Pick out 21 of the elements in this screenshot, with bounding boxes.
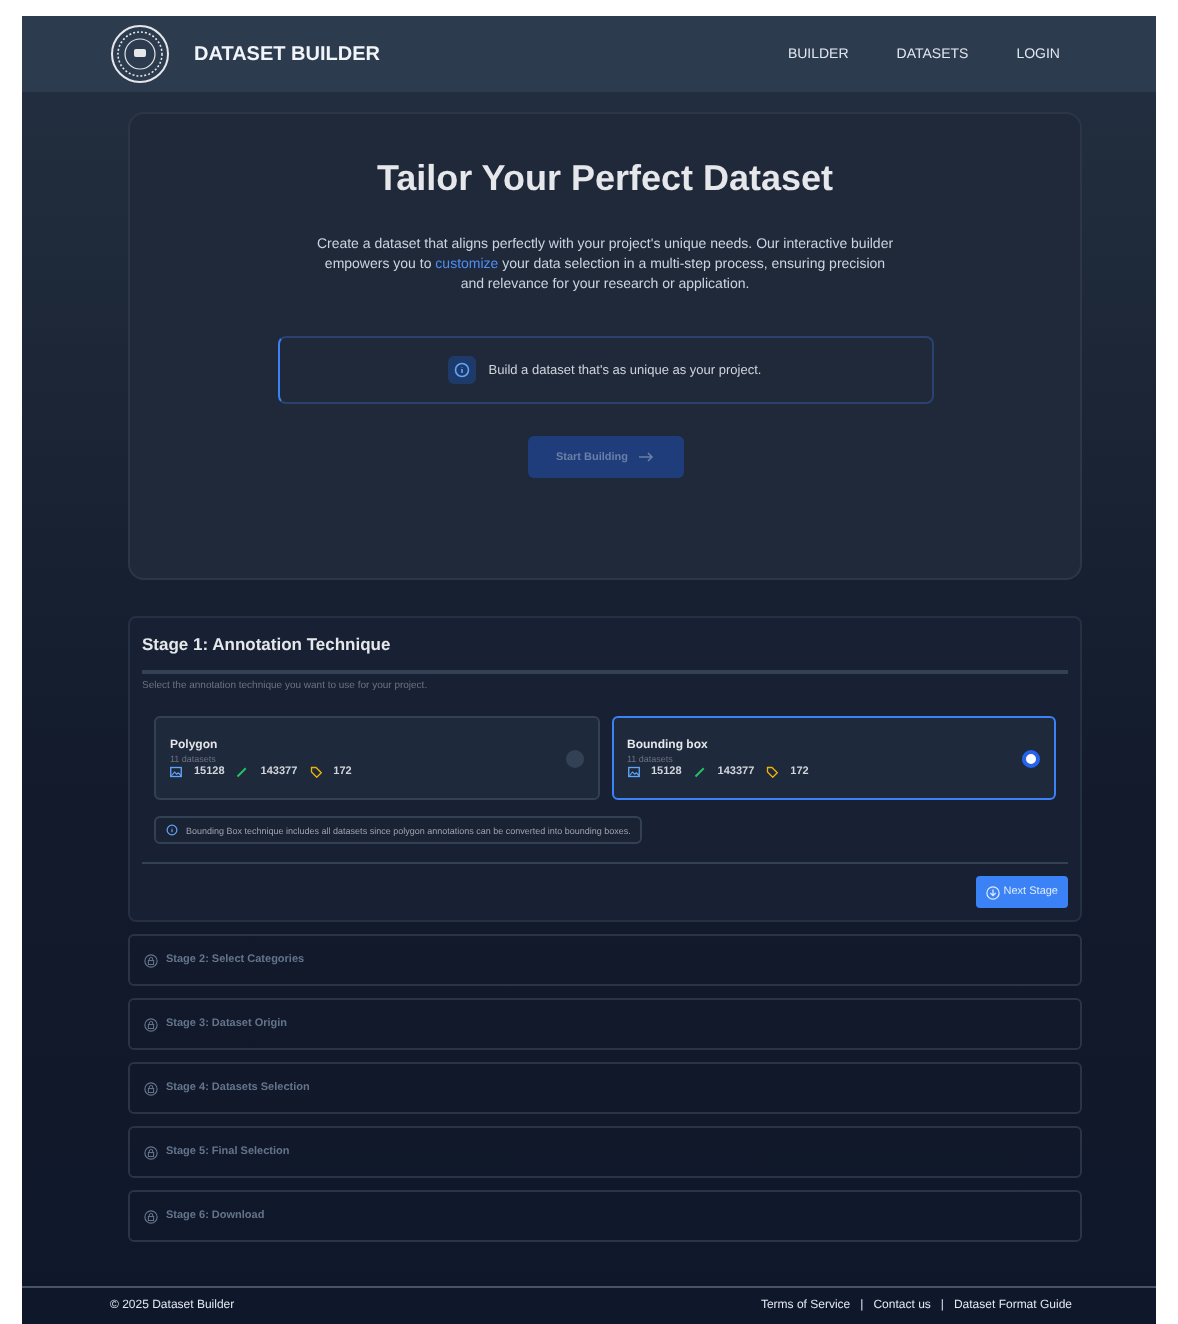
tag-icon xyxy=(766,765,779,777)
hero-title: Tailor Your Perfect Dataset xyxy=(376,158,834,200)
lock-icon xyxy=(144,953,158,967)
tag-icon xyxy=(309,765,322,777)
lock-icon xyxy=(144,1209,158,1223)
radio-button[interactable] xyxy=(1022,749,1040,767)
arrow-right-icon xyxy=(638,452,655,462)
image-icon xyxy=(170,765,182,777)
info-icon xyxy=(454,362,471,378)
lock-icon xyxy=(144,1017,158,1031)
stage-title: Stage 1: Annotation Technique xyxy=(142,634,1068,674)
lock-icon xyxy=(144,1081,158,1095)
image-icon xyxy=(627,765,639,777)
brand-title: DATASET BUILDER xyxy=(194,43,382,65)
info-icon xyxy=(166,824,178,836)
pencil-icon xyxy=(693,765,706,777)
pencil-icon xyxy=(236,765,249,777)
download-icon xyxy=(985,885,1000,899)
radio-button[interactable] xyxy=(565,749,583,767)
logo-icon xyxy=(110,24,170,84)
lock-icon xyxy=(144,1145,158,1159)
